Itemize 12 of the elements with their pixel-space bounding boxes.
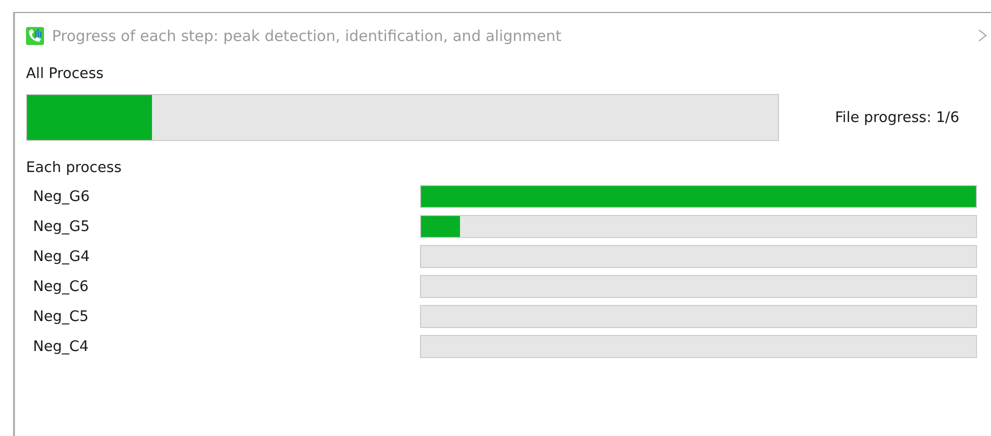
window-title: Progress of each step: peak detection, identification, and alignment xyxy=(52,26,562,44)
file-name: Neg_G5 xyxy=(32,218,91,234)
file-name: Neg_G6 xyxy=(32,188,91,204)
section-label: All Process xyxy=(26,66,105,82)
section-label: Each process xyxy=(26,160,123,176)
app-icon xyxy=(26,26,44,44)
close-icon[interactable] xyxy=(978,29,987,42)
file-name: Neg_G4 xyxy=(32,248,91,264)
file-name: Neg_C6 xyxy=(32,278,90,294)
file-progress-text: File progress: 1/6 xyxy=(835,110,960,126)
file-name: Neg_C5 xyxy=(32,308,90,324)
file-name: Neg_C4 xyxy=(32,338,90,354)
